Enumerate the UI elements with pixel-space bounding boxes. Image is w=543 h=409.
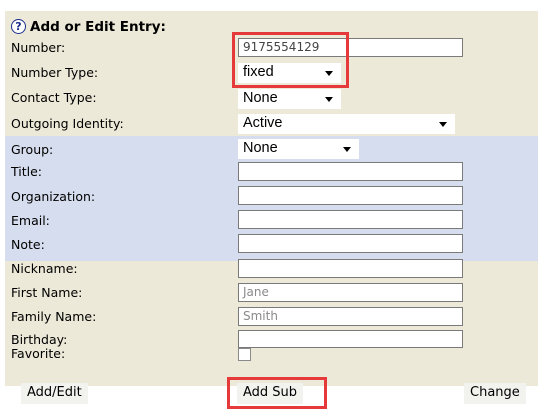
title-label: Title: xyxy=(11,164,42,179)
add-edit-button[interactable]: Add/Edit xyxy=(21,383,88,404)
contact-type-select[interactable]: None xyxy=(238,89,341,109)
outgoing-identity-select[interactable]: Active xyxy=(238,114,455,134)
chevron-down-icon xyxy=(325,97,333,102)
first-name-label: First Name: xyxy=(11,285,83,300)
number-type-value: fixed xyxy=(243,64,274,80)
group-label: Group: xyxy=(11,142,54,157)
outgoing-identity-value: Active xyxy=(243,115,283,131)
chevron-down-icon xyxy=(325,71,333,76)
favorite-checkbox[interactable] xyxy=(238,348,251,361)
organization-field[interactable] xyxy=(238,186,463,205)
email-field[interactable] xyxy=(238,210,463,229)
form-header: ? Add or Edit Entry: xyxy=(11,18,166,36)
change-button[interactable]: Change xyxy=(464,383,526,404)
number-type-select[interactable]: fixed xyxy=(238,63,341,83)
add-sub-button[interactable]: Add Sub xyxy=(237,383,304,404)
title-field[interactable] xyxy=(238,162,463,181)
family-name-field[interactable]: Smith xyxy=(238,307,463,326)
number-type-label: Number Type: xyxy=(11,65,99,80)
group-select[interactable]: None xyxy=(238,139,359,159)
number-field[interactable]: 9175554129 xyxy=(238,38,463,57)
first-name-field[interactable]: Jane xyxy=(238,283,463,302)
outgoing-identity-label: Outgoing Identity: xyxy=(11,116,124,131)
contact-type-value: None xyxy=(243,90,278,106)
organization-label: Organization: xyxy=(11,189,96,204)
help-icon[interactable]: ? xyxy=(11,19,26,34)
contact-type-label: Contact Type: xyxy=(11,90,97,105)
chevron-down-icon xyxy=(343,147,351,152)
nickname-field[interactable] xyxy=(238,259,463,278)
chevron-down-icon xyxy=(439,122,447,127)
email-label: Email: xyxy=(11,213,50,228)
nickname-label: Nickname: xyxy=(11,261,78,276)
note-label: Note: xyxy=(11,237,45,252)
birthday-field[interactable] xyxy=(238,330,463,348)
form-title: Add or Edit Entry: xyxy=(30,19,166,35)
number-label: Number: xyxy=(11,40,66,55)
favorite-label: Favorite: xyxy=(11,346,66,361)
family-name-label: Family Name: xyxy=(11,309,97,324)
note-field[interactable] xyxy=(238,234,463,253)
group-value: None xyxy=(243,140,278,156)
